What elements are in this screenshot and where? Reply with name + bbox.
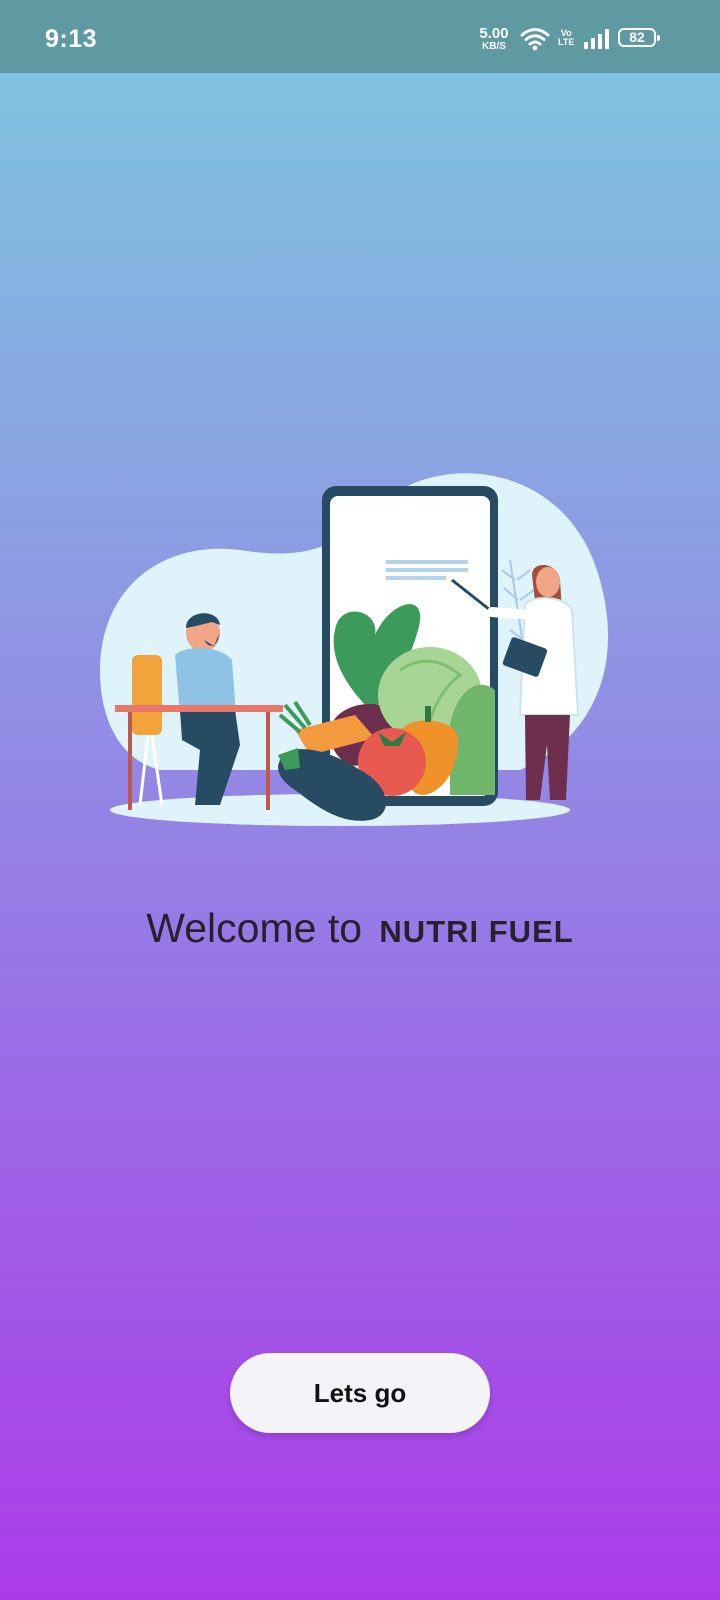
screen-line [386,568,468,572]
volte-icon: Vo LTE [558,29,574,47]
brand-name: NUTRI FUEL [379,914,574,949]
chair [132,655,162,735]
screen-line [386,560,468,564]
man-torso [175,648,236,715]
battery-icon: 82 [618,28,660,47]
status-time: 9:13 [45,25,98,53]
nutrition-illustration [100,473,609,826]
doctor-head [536,567,560,597]
doctor-legs [525,715,570,800]
desk-top [115,705,283,712]
welcome-prefix: Welcome to [146,905,363,951]
status-bar: 9:13 5.00 KB/S Vo LTE 82 [0,0,720,73]
network-speed: 5.00 KB/S [474,26,514,52]
lets-go-button[interactable]: Lets go [230,1353,490,1433]
wifi-icon [520,28,550,51]
network-speed-value: 5.00 [479,25,509,42]
screen-line [386,576,446,580]
network-speed-unit: KB/S [482,41,506,52]
welcome-heading: Welcome to NUTRI FUEL [0,905,720,952]
signal-icon [584,29,609,49]
battery-level: 82 [629,29,645,45]
pepper-stem [425,706,431,722]
doctor-arm [487,607,535,620]
volte-bottom-text: LTE [558,37,575,47]
